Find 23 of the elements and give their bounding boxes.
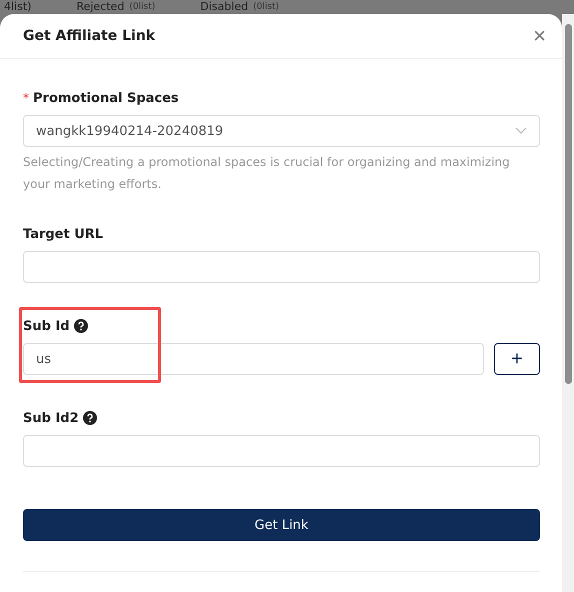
tab-label: Rejected (76, 0, 124, 14)
tab-count: (0list) (129, 1, 156, 14)
dialog-title: Get Affiliate Link (23, 28, 156, 44)
required-mark: * (23, 91, 29, 105)
text-field[interactable] (23, 251, 540, 283)
help-icon[interactable] (82, 411, 97, 425)
add-button[interactable]: + (494, 343, 540, 375)
tab-count: (0list) (253, 1, 280, 14)
close-button[interactable]: × (533, 25, 546, 47)
text-field[interactable]: us (23, 343, 484, 375)
field-label: Target URL (23, 226, 104, 242)
get-link-button[interactable]: Get Link (23, 509, 540, 541)
help-icon[interactable] (74, 319, 88, 333)
chevron-down-icon (515, 127, 527, 135)
scrollbar-thumb[interactable] (565, 24, 572, 384)
text-field[interactable] (23, 435, 540, 467)
tab-label: Disabled (200, 0, 248, 14)
field-label: Sub Id2 (23, 410, 79, 426)
promotional-space-select[interactable]: wangkk19940214-20240819 (23, 115, 540, 147)
tab-label: 4list) (4, 0, 32, 14)
help-text: Selecting/Creating a promotional spaces is crucial for organizing and maximizing your marketing efforts. (23, 154, 511, 193)
field-label: Sub Id (23, 318, 70, 334)
field-label: Promotional Spaces (33, 90, 179, 106)
